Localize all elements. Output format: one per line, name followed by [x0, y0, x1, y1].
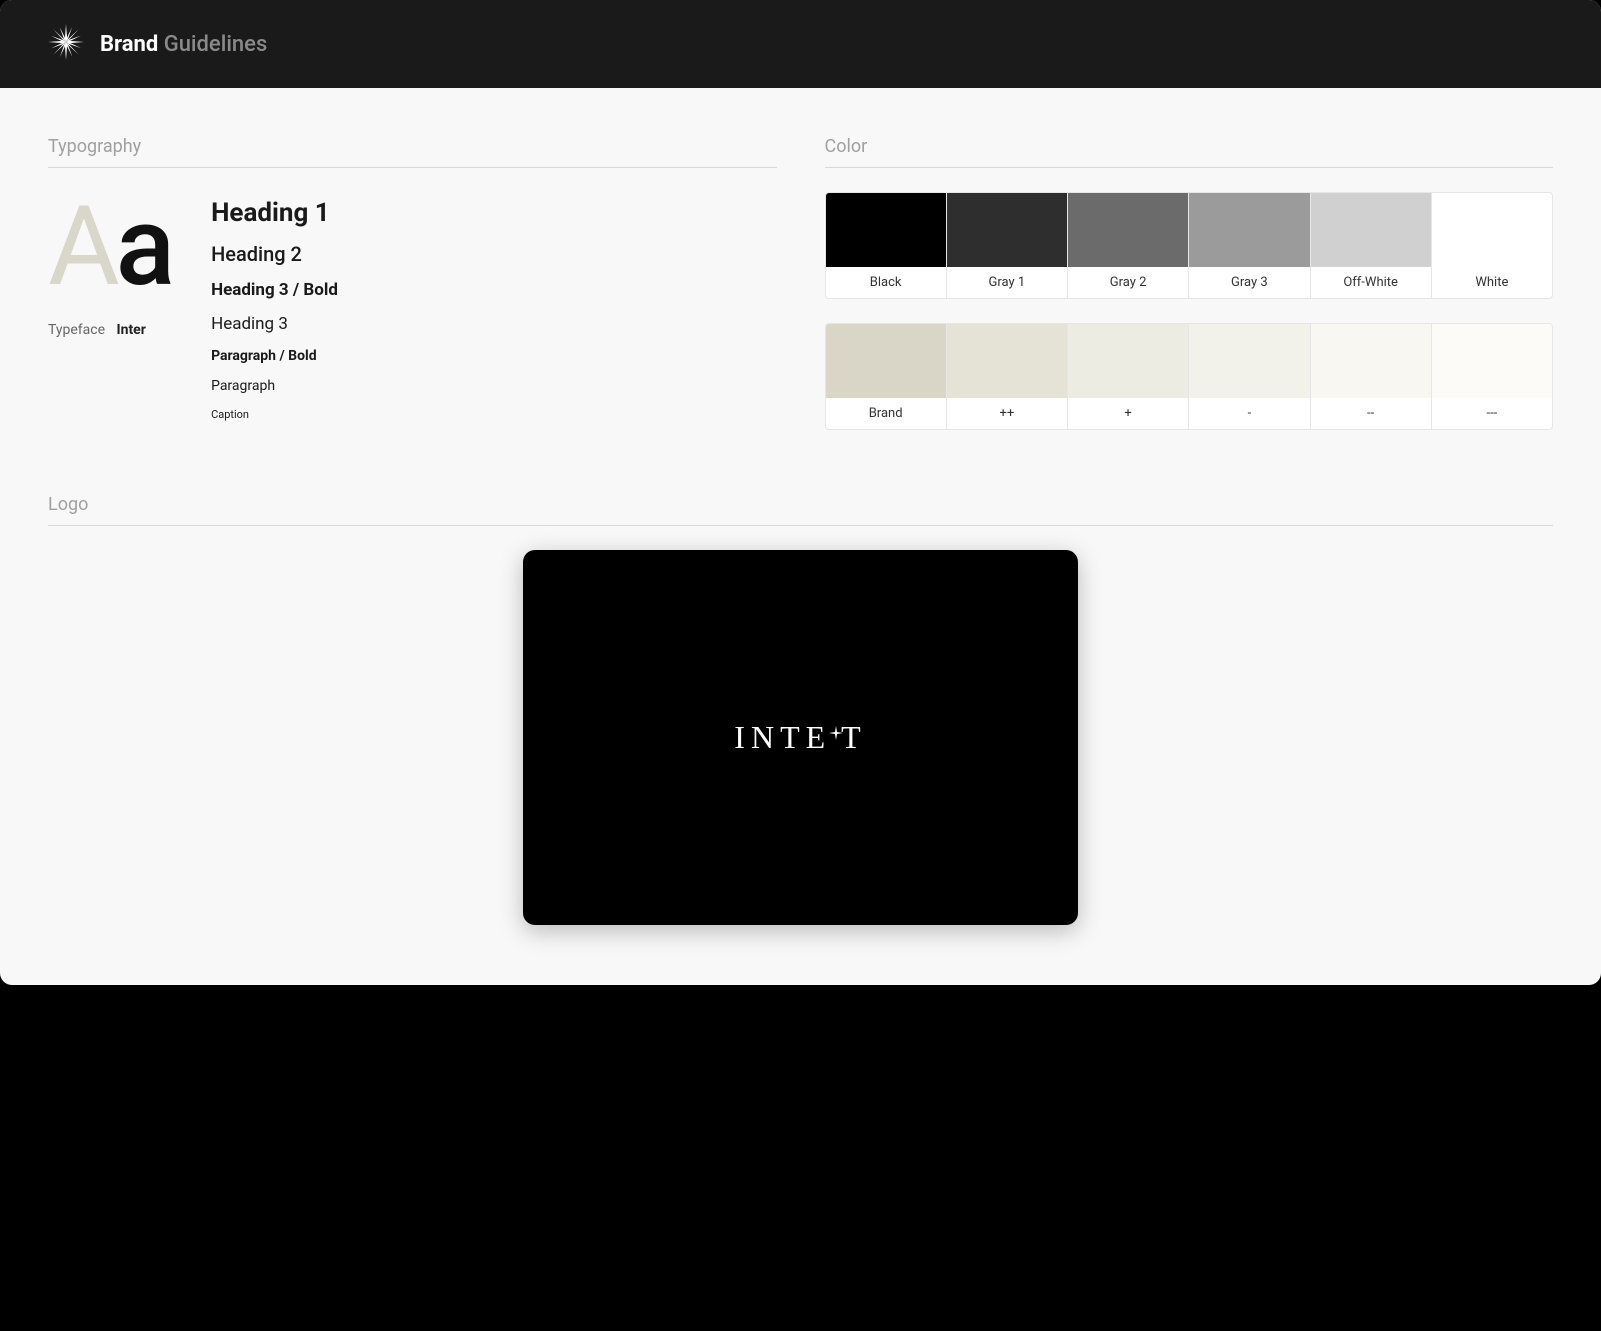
logo-card: INTE T	[523, 550, 1078, 925]
sample-glyph-lower: a	[116, 182, 171, 311]
swatch-chip	[826, 324, 946, 398]
sparkle-icon	[829, 711, 843, 748]
swatch-chip	[947, 324, 1067, 398]
page-title-bold: Brand	[100, 32, 158, 57]
swatch: ++	[947, 324, 1067, 429]
swatch-chip	[826, 193, 946, 267]
swatch: -	[1189, 324, 1309, 429]
typeface-value: Inter	[117, 322, 146, 338]
typeface-label: Typeface	[48, 322, 105, 338]
content: Typography Aa Typeface Inter Heading 1 H	[0, 88, 1601, 985]
swatch-label: Gray 2	[1068, 267, 1188, 298]
typography-body: Aa Typeface Inter Heading 1 Heading 2 He…	[48, 192, 777, 435]
page-title-light: Guidelines	[164, 32, 268, 57]
type-h3-bold: Heading 3 / Bold	[211, 280, 776, 300]
page-title: Brand Guidelines	[100, 32, 267, 57]
swatch-label: Black	[826, 267, 946, 298]
section-title-color: Color	[825, 136, 1554, 168]
swatch-label: -	[1189, 398, 1309, 429]
logo-text-part-1: INTE	[734, 719, 831, 756]
swatch-chip	[1311, 324, 1431, 398]
type-scale-list: Heading 1 Heading 2 Heading 3 / Bold Hea…	[211, 192, 776, 435]
swatch: White	[1432, 193, 1552, 298]
type-h3: Heading 3	[211, 314, 776, 334]
header: Brand Guidelines	[0, 0, 1601, 88]
swatch: Gray 1	[947, 193, 1067, 298]
swatch-label: ++	[947, 398, 1067, 429]
swatch-label: --	[1311, 398, 1431, 429]
logo-section: Logo INTE T	[48, 494, 1553, 925]
swatch-grid-grays: Black Gray 1 Gray 2 Gray 3 Off-White Whi…	[825, 192, 1554, 299]
swatch-label: Off-White	[1311, 267, 1431, 298]
type-h2: Heading 2	[211, 242, 776, 266]
row-top: Typography Aa Typeface Inter Heading 1 H	[48, 136, 1553, 454]
swatch-chip	[1068, 193, 1188, 267]
swatch: Gray 3	[1189, 193, 1309, 298]
typeface-sample: Aa Typeface Inter	[48, 192, 171, 435]
swatch-label: White	[1432, 267, 1552, 298]
swatch: +	[1068, 324, 1188, 429]
swatch-chip	[1311, 193, 1431, 267]
type-caption: Caption	[211, 408, 776, 421]
swatch-label: Gray 1	[947, 267, 1067, 298]
swatch: Gray 2	[1068, 193, 1188, 298]
swatch-grid-brand: Brand ++ + - -- ---	[825, 323, 1554, 430]
typography-section: Typography Aa Typeface Inter Heading 1 H	[48, 136, 777, 454]
swatch-label: ---	[1432, 398, 1552, 429]
swatch: Off-White	[1311, 193, 1431, 298]
starburst-icon	[48, 24, 84, 64]
type-paragraph-bold: Paragraph / Bold	[211, 348, 776, 364]
swatch-label: Brand	[826, 398, 946, 429]
swatch-label: Gray 3	[1189, 267, 1309, 298]
type-h1: Heading 1	[211, 198, 776, 228]
swatch-chip	[1189, 193, 1309, 267]
swatch-chip	[1432, 193, 1552, 267]
swatch: --	[1311, 324, 1431, 429]
swatch: Black	[826, 193, 946, 298]
swatch-chip	[947, 193, 1067, 267]
swatch-label: +	[1068, 398, 1188, 429]
logo-text-part-2: T	[841, 719, 867, 756]
swatch: ---	[1432, 324, 1552, 429]
logo-wordmark: INTE T	[734, 719, 866, 756]
sample-glyphs: Aa	[48, 192, 171, 302]
color-section: Color Black Gray 1 Gray 2 Gray 3 Off-Whi…	[825, 136, 1554, 454]
swatch: Brand	[826, 324, 946, 429]
section-title-logo: Logo	[48, 494, 1553, 526]
typeface-line: Typeface Inter	[48, 322, 171, 338]
page: Brand Guidelines Typography Aa Typeface …	[0, 0, 1601, 985]
swatch-chip	[1068, 324, 1188, 398]
swatch-chip	[1432, 324, 1552, 398]
swatch-chip	[1189, 324, 1309, 398]
type-paragraph: Paragraph	[211, 378, 776, 394]
section-title-typography: Typography	[48, 136, 777, 168]
sample-glyph-upper: A	[48, 182, 116, 311]
